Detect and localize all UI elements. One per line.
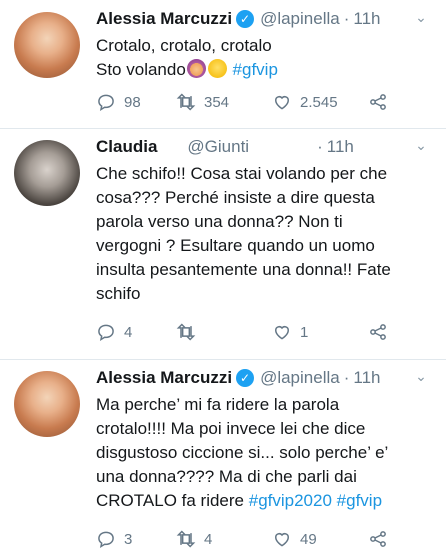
share-icon (370, 531, 386, 547)
avatar[interactable] (14, 371, 80, 437)
reply-count: 3 (124, 530, 133, 548)
like-button[interactable]: 49 (272, 527, 368, 551)
timestamp[interactable]: 11h (327, 137, 354, 157)
author-name[interactable]: Alessia Marcuzzi (96, 9, 232, 29)
reply-button[interactable]: 98 (96, 90, 176, 114)
tweet-line: Sto volando #gfvip (96, 58, 436, 82)
laughing-emoji-icon (207, 59, 227, 78)
timestamp[interactable]: 11h (353, 368, 380, 388)
chevron-down-icon[interactable]: ⌄ (412, 136, 430, 154)
tweet-line: Ma perche’ mi fa ridere la parola (96, 395, 340, 414)
tweet-line: insulta pesantemente una donna!! Fate (96, 260, 391, 279)
tweet-header: Alessia Marcuzzi ✓ @lapinella · 11h (96, 6, 436, 32)
author-handle[interactable]: @Giunti (187, 137, 249, 157)
author-handle[interactable]: @lapinella (260, 368, 340, 388)
tweet-content: Alessia Marcuzzi ✓ @lapinella · 11h ⌄ Cr… (96, 6, 436, 82)
like-count: 1 (300, 323, 309, 341)
verified-badge-icon: ✓ (236, 10, 255, 28)
tweet-actions: 98 354 2.545 (96, 90, 388, 114)
retweet-button[interactable]: 4 (176, 527, 272, 551)
reply-icon (98, 94, 114, 112)
tweet-text: Che schifo!! Cosa stai volando per che c… (96, 162, 436, 306)
author-name[interactable]: Alessia Marcuzzi (96, 368, 232, 388)
tweet-content: Alessia Marcuzzi ✓ @lapinella · 11h ⌄ Ma… (96, 365, 436, 513)
tweet[interactable]: Alessia Marcuzzi ✓ @lapinella · 11h ⌄ Ma… (0, 359, 446, 560)
woman-emoji-icon (186, 59, 206, 78)
retweet-button[interactable] (176, 320, 272, 344)
tweet-header: Claudia @Giunti · 11h (96, 134, 436, 160)
like-button[interactable]: 1 (272, 320, 368, 344)
chevron-down-icon[interactable]: ⌄ (412, 8, 430, 26)
share-icon (370, 324, 386, 340)
retweet-count: 354 (204, 93, 230, 111)
tweet-line: schifo (96, 284, 141, 303)
reply-icon (98, 531, 114, 549)
verified-badge-icon: ✓ (236, 369, 255, 387)
like-count: 2.545 (300, 93, 338, 111)
tweet[interactable]: Alessia Marcuzzi ✓ @lapinella · 11h ⌄ Cr… (0, 0, 446, 128)
tweet-line: crotalo!!!! Ma poi invece lei che dice (96, 419, 366, 438)
tweet-line: cosa??? Perché insiste a dire questa (96, 188, 375, 207)
separator: · (317, 137, 323, 156)
like-count: 49 (300, 530, 317, 548)
chevron-down-icon[interactable]: ⌄ (412, 367, 430, 385)
reply-button[interactable]: 4 (96, 320, 176, 344)
tweet-actions: 4 1 (96, 320, 388, 344)
tweet-line: Che schifo!! Cosa stai volando per che (96, 164, 388, 183)
tweet-line: una donna???? Ma di che parli dai (96, 467, 357, 486)
tweet-line: parola verso una donna?? Non ti (96, 212, 343, 231)
hashtag-link[interactable]: #gfvip (337, 491, 382, 510)
tweet-text: Crotalo, crotalo, crotalo Sto volando #g… (96, 34, 436, 82)
retweet-count: 4 (204, 530, 213, 548)
tweet-feed: Alessia Marcuzzi ✓ @lapinella · 11h ⌄ Cr… (0, 0, 446, 560)
hashtag-link[interactable]: #gfvip2020 (249, 491, 332, 510)
hashtag-link[interactable]: #gfvip (233, 60, 278, 79)
tweet-text: Ma perche’ mi fa ridere la parola crotal… (96, 393, 436, 513)
reply-button[interactable]: 3 (96, 527, 176, 551)
heart-icon (275, 533, 289, 547)
heart-icon (275, 96, 289, 110)
retweet-icon (176, 93, 196, 111)
tweet-content: Claudia @Giunti · 11h ⌄ Che schifo!! Cos… (96, 134, 436, 306)
tweet-line: Crotalo, crotalo, crotalo (96, 36, 272, 55)
share-icon (370, 94, 386, 110)
avatar[interactable] (14, 12, 80, 78)
tweet[interactable]: Claudia @Giunti · 11h ⌄ Che schifo!! Cos… (0, 128, 446, 359)
share-button[interactable] (368, 527, 388, 551)
like-button[interactable]: 2.545 (272, 90, 368, 114)
separator: · (343, 368, 350, 387)
tweet-line: disgustoso ciccione si... solo perche’ e… (96, 443, 389, 462)
avatar[interactable] (14, 140, 80, 206)
tweet-header: Alessia Marcuzzi ✓ @lapinella · 11h (96, 365, 436, 391)
retweet-button[interactable]: 354 (176, 90, 272, 114)
author-name[interactable]: Claudia (96, 137, 157, 157)
share-button[interactable] (368, 90, 388, 114)
retweet-icon (176, 323, 196, 341)
author-handle[interactable]: @lapinella (260, 9, 340, 29)
timestamp[interactable]: 11h (353, 9, 380, 29)
reply-icon (98, 324, 114, 342)
tweet-line: vergogni ? Esultare quando un uomo (96, 236, 375, 255)
tweet-actions: 3 4 49 (96, 527, 388, 551)
tweet-text-fragment: Sto volando (96, 60, 186, 79)
tweet-line: CROTALO fa ridere #gfvip2020 #gfvip (96, 489, 436, 513)
reply-count: 4 (124, 323, 133, 341)
separator: · (343, 9, 350, 28)
heart-icon (275, 326, 289, 340)
tweet-text-fragment: CROTALO fa ridere (96, 491, 249, 510)
share-button[interactable] (368, 320, 388, 344)
reply-count: 98 (124, 93, 141, 111)
retweet-icon (176, 530, 196, 548)
